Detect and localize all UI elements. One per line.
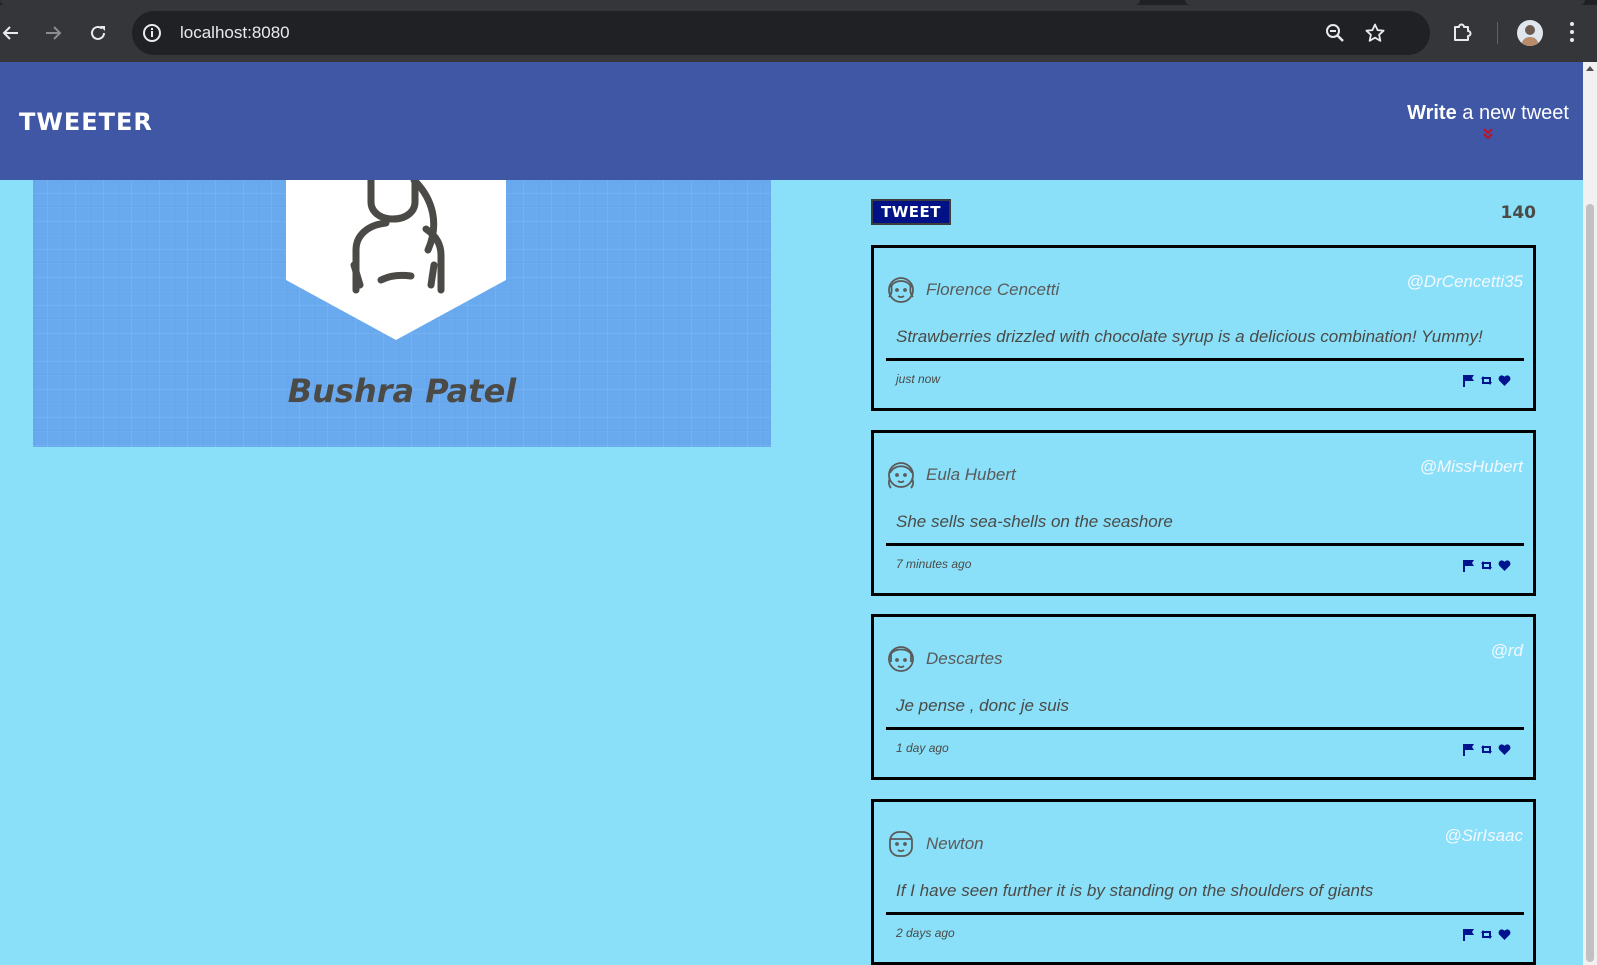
heart-icon[interactable] (1498, 743, 1511, 756)
zoom-icon[interactable] (1324, 22, 1346, 44)
heart-icon[interactable] (1498, 928, 1511, 941)
tweet-actions (1462, 559, 1511, 572)
tweet-author-name: Florence Cencetti (926, 280, 1060, 299)
tweet-timestamp: 1 day ago (896, 741, 949, 755)
avatar-face-icon (888, 646, 914, 672)
tweet-actions (1462, 743, 1511, 756)
user-avatar-icon (1521, 25, 1539, 46)
reload-button[interactable] (83, 18, 113, 48)
profile-name: Bushra Patel (287, 372, 517, 410)
tweet-divider (886, 543, 1524, 546)
tweet-divider (886, 912, 1524, 915)
tweet-timestamp: 2 days ago (896, 926, 955, 940)
tweet-divider (886, 358, 1524, 361)
back-button[interactable] (0, 18, 26, 48)
flag-icon[interactable] (1462, 559, 1475, 572)
browser-toolbar: localhost:8080 (0, 0, 1597, 62)
more-menu-icon[interactable] (1567, 20, 1577, 44)
flag-icon[interactable] (1462, 374, 1475, 387)
avatar-face-icon (888, 277, 914, 303)
tweet-timestamp: 7 minutes ago (896, 557, 972, 571)
page-scrollbar[interactable] (1583, 62, 1597, 965)
profile-banner: Bushra Patel (33, 180, 771, 447)
profile-avatar[interactable] (1517, 20, 1543, 46)
browser-tab[interactable] (1185, 0, 1585, 5)
retweet-icon[interactable] (1480, 928, 1493, 941)
retweet-icon[interactable] (1480, 559, 1493, 572)
tweet-submit-button[interactable]: TWEET (871, 199, 951, 225)
forward-button[interactable] (38, 18, 68, 48)
heart-icon[interactable] (1498, 559, 1511, 572)
tweet-author-name: Descartes (926, 649, 1003, 668)
bookmark-star-icon[interactable] (1364, 22, 1386, 44)
info-icon[interactable] (142, 23, 162, 43)
tweet-author-handle[interactable]: @DrCencetti35 (1407, 272, 1523, 292)
tweet-author-name: Eula Hubert (926, 465, 1016, 484)
tweet-author-name: Newton (926, 834, 984, 853)
heart-icon[interactable] (1498, 374, 1511, 387)
tweet-timestamp: just now (896, 372, 941, 386)
avatar-face-icon (888, 462, 914, 489)
tweet-actions (1462, 928, 1511, 941)
toolbar-separator (1497, 22, 1498, 44)
composer-bar: TWEET 140 (871, 198, 1536, 228)
tweet-author-handle[interactable]: @MissHubert (1420, 457, 1523, 477)
tweet-content: If I have seen further it is by standing… (896, 881, 1374, 900)
tweet-card: Eula Hubert @MissHubert She sells sea-sh… (871, 430, 1536, 596)
tweet-card: Descartes @rd Je pense , donc je suis 1 … (871, 614, 1536, 780)
tweet-card: Newton @SirIsaac If I have seen further … (871, 799, 1536, 965)
tab-strip (0, 0, 1597, 5)
reload-icon (91, 25, 105, 40)
arrow-left-icon (2, 26, 18, 40)
character-counter: 140 (1500, 203, 1537, 223)
tweet-content: Je pense , donc je suis (896, 696, 1069, 715)
tweet-content: Strawberries drizzled with chocolate syr… (896, 327, 1483, 346)
address-bar[interactable]: localhost:8080 (132, 11, 1430, 55)
scrollbar-thumb[interactable] (1586, 204, 1594, 962)
compose-label-rest: a new tweet (1456, 102, 1569, 124)
brand-logo[interactable]: TWEETER (19, 108, 153, 136)
tweet-divider (886, 727, 1524, 730)
tweet-actions (1462, 374, 1511, 387)
app-header: TWEETER Write a new tweet (0, 62, 1583, 180)
extensions-puzzle-icon[interactable] (1451, 20, 1475, 44)
tweet-author-handle[interactable]: @SirIsaac (1444, 826, 1523, 846)
compose-label-bold: Write (1407, 102, 1457, 124)
arrow-right-icon (46, 26, 62, 40)
retweet-icon[interactable] (1480, 374, 1493, 387)
write-new-tweet-toggle[interactable]: Write a new tweet (1407, 102, 1569, 141)
tweet-author-handle[interactable]: @rd (1491, 641, 1523, 661)
flag-icon[interactable] (1462, 928, 1475, 941)
page-viewport: Bushra Patel TWEETER Write a new tweet T… (0, 62, 1597, 965)
tweet-content: She sells sea-shells on the seashore (896, 512, 1173, 531)
double-chevron-down-icon[interactable] (1481, 127, 1495, 141)
url-text[interactable]: localhost:8080 (180, 23, 290, 43)
scroll-up-arrow-icon[interactable] (1586, 66, 1594, 71)
browser-tab[interactable] (0, 0, 1140, 5)
avatar-face-icon (889, 831, 913, 857)
tweet-card: Florence Cencetti @DrCencetti35 Strawber… (871, 245, 1536, 411)
retweet-icon[interactable] (1480, 743, 1493, 756)
flag-icon[interactable] (1462, 743, 1475, 756)
user-avatar-shield (286, 180, 506, 340)
